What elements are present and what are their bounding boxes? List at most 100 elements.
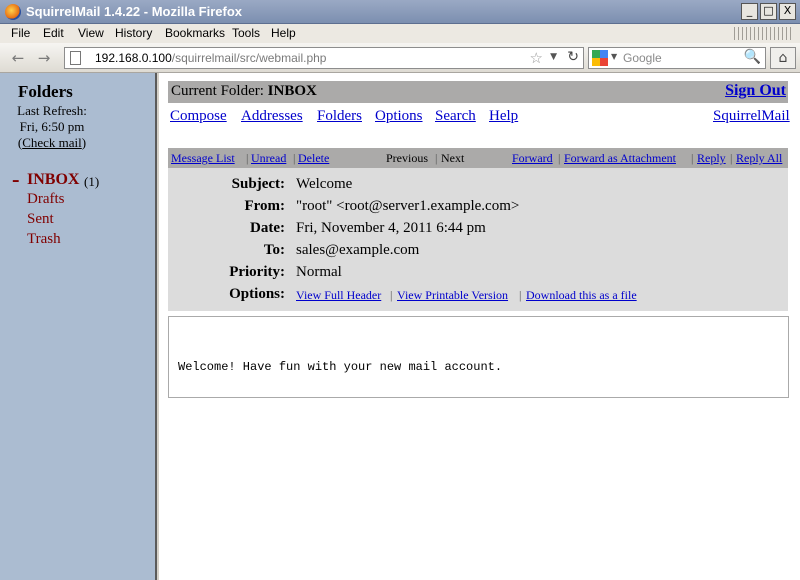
url-bar[interactable]: 192.168.0.100/squirrelmail/src/webmail.p…: [64, 47, 584, 69]
check-mail-link[interactable]: Check mail: [22, 135, 82, 150]
header-row-from: From: "root" <root@server1.example.com>: [168, 196, 788, 218]
header-row-date: Date: Fri, November 4, 2011 6:44 pm: [168, 218, 788, 240]
squirrelmail-link[interactable]: SquirrelMail: [713, 108, 790, 125]
folder-inbox[interactable]: INBOX: [27, 171, 79, 189]
from-value: "root" <root@server1.example.com>: [296, 198, 520, 214]
minimize-button[interactable]: _: [741, 3, 758, 20]
menu-bookmarks[interactable]: Bookmarks: [165, 26, 225, 40]
forward-attachment-link[interactable]: Forward as Attachment: [564, 151, 676, 166]
view-printable-link[interactable]: View Printable Version: [397, 288, 508, 303]
current-folder-label: Current Folder:: [171, 83, 264, 99]
collapse-icon[interactable]: –: [12, 171, 20, 189]
menu-view[interactable]: View: [78, 26, 104, 40]
addresses-link[interactable]: Addresses: [241, 108, 303, 125]
message-headers: Subject: Welcome From: "root" <root@serv…: [168, 168, 788, 311]
sign-out-link[interactable]: Sign Out: [725, 82, 786, 100]
reload-icon[interactable]: ↻: [567, 49, 579, 65]
window-title: SquirrelMail 1.4.22 - Mozilla Firefox: [26, 4, 243, 19]
date-value: Fri, November 4, 2011 6:44 pm: [296, 220, 486, 236]
folder-sent[interactable]: Sent: [27, 211, 54, 228]
search-placeholder: Google: [623, 51, 662, 65]
separator: |: [435, 151, 438, 165]
separator: |: [293, 151, 296, 165]
separator: |: [558, 151, 561, 165]
bookmark-star-icon[interactable]: ☆: [530, 49, 543, 67]
url-path: /squirrelmail/src/webmail.php: [171, 51, 327, 65]
search-icon[interactable]: 🔍: [744, 49, 761, 65]
from-label: From:: [244, 198, 285, 214]
current-folder-name: INBOX: [267, 83, 317, 99]
window-controls: _ □ X: [741, 3, 796, 20]
previous-label: Previous: [386, 151, 428, 165]
message-body: Welcome! Have fun with your new mail acc…: [168, 316, 789, 398]
toolbar-grip: [734, 27, 794, 40]
menu-bar: File Edit View History Bookmarks Tools H…: [0, 24, 800, 43]
main-pane: Current Folder: INBOX Sign Out Compose A…: [159, 73, 800, 580]
last-refresh: Last Refresh: Fri, 6:50 pm (Check mail): [12, 103, 92, 151]
separator: |: [519, 288, 522, 302]
search-engine-dropdown-icon[interactable]: ▼: [611, 52, 617, 61]
subject-label: Subject:: [231, 176, 285, 192]
next-label: Next: [441, 151, 465, 165]
folder-trash[interactable]: Trash: [27, 231, 61, 248]
page-icon: [70, 51, 81, 65]
menu-history[interactable]: History: [115, 26, 152, 40]
separator: |: [390, 288, 393, 302]
view-full-header-link[interactable]: View Full Header: [296, 288, 381, 303]
help-link[interactable]: Help: [489, 108, 518, 125]
folder-pane: Folders Last Refresh: Fri, 6:50 pm (Chec…: [0, 73, 157, 580]
header-row-subject: Subject: Welcome: [168, 174, 788, 196]
menu-file[interactable]: File: [11, 26, 30, 40]
priority-label: Priority:: [229, 264, 285, 280]
search-bar[interactable]: ▼ Google 🔍: [588, 47, 766, 69]
firefox-icon: [5, 4, 21, 20]
forward-link[interactable]: Forward: [512, 151, 553, 166]
check-mail-wrapper: (Check mail): [17, 135, 87, 150]
url-text[interactable]: 192.168.0.100/squirrelmail/src/webmail.p…: [95, 51, 326, 65]
folders-title: Folders: [18, 82, 73, 101]
header-row-priority: Priority: Normal: [168, 262, 788, 284]
separator: |: [691, 151, 694, 165]
header-row-options: Options: View Full Header | View Printab…: [168, 284, 788, 306]
subject-value: Welcome: [296, 176, 353, 192]
to-value: sales@example.com: [296, 242, 420, 258]
reply-all-link[interactable]: Reply All: [736, 151, 782, 166]
date-label: Date:: [250, 220, 285, 236]
options-label: Options:: [229, 286, 285, 302]
google-icon[interactable]: [592, 50, 608, 66]
current-folder-bar: Current Folder: INBOX Sign Out: [168, 81, 788, 103]
to-label: To:: [263, 242, 285, 258]
compose-link[interactable]: Compose: [170, 108, 227, 125]
window-titlebar: SquirrelMail 1.4.22 - Mozilla Firefox _ …: [0, 0, 800, 24]
message-action-bar: Message List | Unread | Delete Previous …: [168, 148, 788, 168]
url-dropdown-icon[interactable]: ▼: [550, 52, 557, 62]
last-refresh-label: Last Refresh:: [17, 103, 87, 118]
last-refresh-time: Fri, 6:50 pm: [19, 119, 85, 134]
unread-link[interactable]: Unread: [251, 151, 286, 166]
download-file-link[interactable]: Download this as a file: [526, 288, 637, 303]
navigation-toolbar: ← → 192.168.0.100/squirrelmail/src/webma…: [0, 43, 800, 73]
priority-value: Normal: [296, 264, 342, 280]
message-body-text: Welcome! Have fun with your new mail acc…: [178, 360, 503, 374]
folder-drafts[interactable]: Drafts: [27, 191, 65, 208]
menu-edit[interactable]: Edit: [43, 26, 64, 40]
message-list-link[interactable]: Message List: [171, 151, 235, 166]
forward-arrow-icon[interactable]: →: [34, 48, 54, 68]
separator: |: [246, 151, 249, 165]
current-folder: Current Folder: INBOX: [171, 83, 317, 100]
inbox-unread-count: (1): [84, 174, 100, 189]
folders-link[interactable]: Folders: [317, 108, 362, 125]
delete-link[interactable]: Delete: [298, 151, 329, 166]
header-row-to: To: sales@example.com: [168, 240, 788, 262]
url-host: 192.168.0.100: [95, 51, 172, 65]
menu-tools[interactable]: Tools: [232, 26, 260, 40]
maximize-button[interactable]: □: [760, 3, 777, 20]
reply-link[interactable]: Reply: [697, 151, 726, 166]
close-button[interactable]: X: [779, 3, 796, 20]
menu-help[interactable]: Help: [271, 26, 296, 40]
options-link[interactable]: Options: [375, 108, 423, 125]
separator: |: [730, 151, 733, 165]
back-arrow-icon[interactable]: ←: [8, 48, 28, 68]
home-icon[interactable]: ⌂: [770, 47, 796, 69]
search-link[interactable]: Search: [435, 108, 476, 125]
